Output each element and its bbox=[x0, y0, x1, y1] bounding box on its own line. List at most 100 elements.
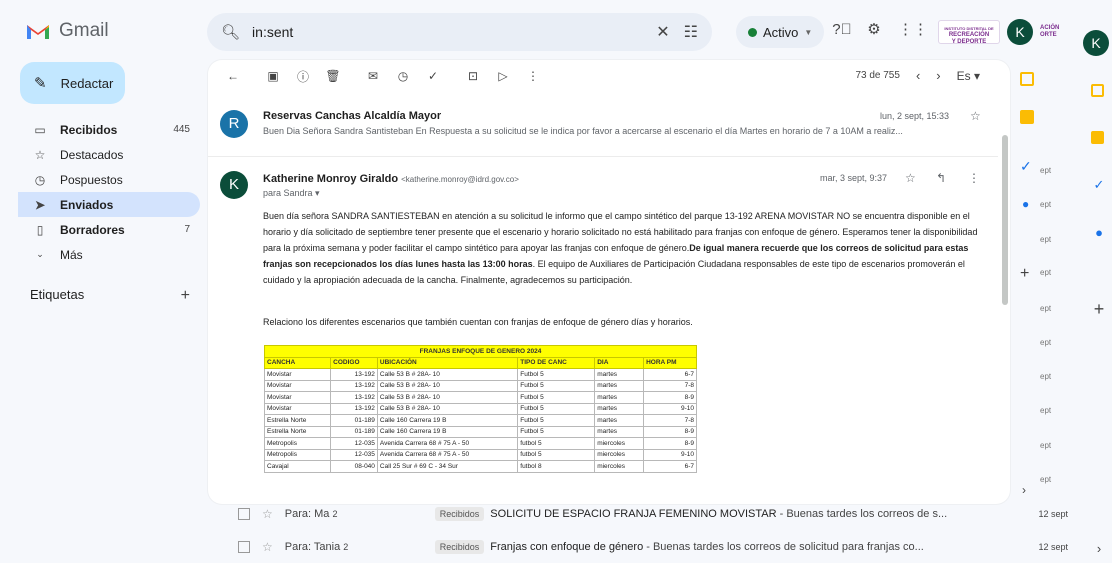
list-item[interactable]: ☆ Para: Tania 2 Recibidos Franjas con en… bbox=[228, 533, 1068, 561]
star-icon[interactable]: ☆ bbox=[905, 171, 916, 185]
sidebar-item-borradores[interactable]: ▯ Borradores 7 bbox=[18, 217, 200, 242]
contacts-icon[interactable]: ● bbox=[1091, 225, 1107, 241]
sidebar-nav: ▭ Recibidos 445 ☆ Destacados ◷ Pospuesto… bbox=[18, 117, 200, 267]
star-icon[interactable]: ☆ bbox=[262, 540, 273, 554]
get-addons-icon[interactable]: + bbox=[1091, 300, 1107, 318]
keep-icon[interactable] bbox=[1020, 110, 1034, 124]
row-label-tag: Recibidos bbox=[434, 540, 485, 554]
input-language-selector[interactable]: Es ▾ bbox=[957, 69, 980, 83]
clear-search-icon[interactable]: ✕ bbox=[656, 22, 669, 42]
search-options-icon[interactable]: ☷ bbox=[684, 22, 698, 42]
sidebar-item-pospuestos[interactable]: ◷ Pospuestos bbox=[18, 167, 200, 192]
table-header: TIPO DE CANC bbox=[517, 356, 596, 369]
table-cell: Movistar bbox=[263, 391, 332, 404]
table-cell: 8-9 bbox=[643, 391, 697, 404]
row-label-tag: Recibidos bbox=[434, 507, 485, 521]
delete-icon[interactable]: 🗑︎ bbox=[322, 69, 344, 83]
add-addon-icon[interactable]: + bbox=[1020, 265, 1029, 283]
sidebar-item-enviados[interactable]: ➤ Enviados bbox=[18, 192, 200, 217]
organization-logo[interactable]: INSTITUTO DISTRITAL DE RECREACIÓN Y DEPO… bbox=[938, 20, 1000, 45]
table-cell: martes bbox=[594, 368, 645, 381]
help-icon[interactable]: ?⃝ bbox=[832, 20, 852, 40]
gmail-m-icon bbox=[27, 25, 49, 39]
table-cell: martes bbox=[594, 391, 645, 404]
row-thread-count: 2 bbox=[332, 509, 338, 519]
mark-unread-icon[interactable]: ✉ bbox=[362, 69, 384, 83]
move-to-icon[interactable]: ⊡ bbox=[462, 69, 484, 83]
unread-count: 445 bbox=[173, 124, 190, 135]
table-row: Movistar 13-192 Calle 53 B # 28A- 10 Futbol… bbox=[263, 379, 697, 392]
table-cell: futbol 5 bbox=[517, 437, 596, 450]
compose-label: Redactar bbox=[60, 75, 114, 91]
star-icon[interactable]: ☆ bbox=[262, 507, 273, 521]
table-row: Metropolis 12-035 Avenida Carrera 68 # 75 … bbox=[263, 437, 697, 450]
account-avatar[interactable]: K bbox=[1007, 19, 1033, 45]
search-input[interactable]: in:sent bbox=[252, 24, 642, 40]
table-title: FRANJAS ENFOQUE DE GENERO 2024 bbox=[264, 345, 697, 358]
table-cell: Movistar bbox=[263, 379, 332, 392]
keep-icon[interactable] bbox=[1091, 131, 1104, 144]
scrollbar[interactable] bbox=[1002, 135, 1008, 305]
reply-icon[interactable]: ↰ bbox=[936, 171, 946, 185]
table-body: Movistar 13-192 Calle 53 B # 28A- 10 Futbol… bbox=[263, 368, 697, 473]
back-arrow-icon[interactable]: ← bbox=[222, 69, 244, 83]
table-cell: Calle 53 B # 28A- 10 bbox=[376, 379, 519, 392]
row-checkbox[interactable] bbox=[238, 541, 250, 553]
row-checkbox[interactable] bbox=[238, 508, 250, 520]
star-icon[interactable]: ☆ bbox=[970, 109, 981, 123]
contacts-icon[interactable]: ● bbox=[1022, 197, 1029, 211]
add-task-icon[interactable]: ✓ bbox=[422, 69, 444, 83]
background-date-column: ept ept ept ept ept ept ept ept ept ept … bbox=[1010, 60, 1074, 504]
sidebar-item-destacados[interactable]: ☆ Destacados bbox=[18, 142, 200, 167]
sidebar-item-recibidos[interactable]: ▭ Recibidos 445 bbox=[18, 117, 200, 142]
add-label-icon[interactable]: + bbox=[181, 287, 190, 305]
more-vert-icon[interactable]: ⋮ bbox=[968, 171, 980, 185]
table-cell: 12-035 bbox=[330, 448, 378, 461]
message-body-paragraph: Relaciono los diferentes escenarios que … bbox=[263, 317, 693, 327]
tasks-icon[interactable]: ✓ bbox=[1091, 177, 1107, 193]
sender-avatar: R bbox=[220, 110, 248, 138]
pencil-icon: ✎ bbox=[34, 75, 47, 92]
prev-page-icon[interactable]: ‹ bbox=[916, 68, 920, 83]
more-vert-icon[interactable]: ⋮ bbox=[522, 69, 544, 83]
row-date: 12 sept bbox=[1038, 542, 1068, 552]
next-page-icon[interactable]: › bbox=[936, 68, 940, 83]
settings-gear-icon[interactable]: ⚙ bbox=[864, 20, 884, 40]
row-recipient: Para: Tania bbox=[284, 541, 341, 553]
draft-file-icon: ▯ bbox=[36, 222, 44, 237]
row-subject: Franjas con enfoque de género - Buenas t… bbox=[490, 541, 924, 553]
message-collapsed[interactable]: R Reservas Canchas Alcaldía Mayor lun, 2… bbox=[208, 104, 998, 154]
table-cell: 12-035 bbox=[330, 437, 378, 450]
tasks-icon[interactable]: ✓ bbox=[1020, 158, 1032, 175]
report-spam-icon[interactable]: ⓘ bbox=[292, 68, 314, 85]
search-bar[interactable]: 🔍︎ in:sent ✕ ☷ bbox=[207, 13, 712, 51]
table-cell: martes bbox=[594, 425, 645, 438]
chevron-right-icon[interactable]: › bbox=[1091, 541, 1107, 557]
list-item[interactable]: ☆ Para: Ma 2 Recibidos SOLICITU DE ESPAC… bbox=[228, 500, 1068, 528]
label-icon[interactable]: ▷ bbox=[492, 69, 514, 83]
recipient-line[interactable]: para Sandra ▾ bbox=[263, 188, 320, 199]
message-toolbar: ← ▣ ⓘ 🗑︎ ✉ ◷ ✓ ⊡ ▷ ⋮ 73 de 755 ‹ › Es ▾ bbox=[208, 60, 1010, 92]
chevron-right-icon[interactable]: › bbox=[1022, 483, 1026, 497]
archive-icon[interactable]: ▣ bbox=[262, 69, 284, 83]
clock-icon: ◷ bbox=[34, 172, 46, 187]
compose-button[interactable]: ✎ Redactar bbox=[20, 62, 125, 104]
calendar-icon[interactable] bbox=[1091, 84, 1104, 97]
gmail-app: Gmail 🔍︎ in:sent ✕ ☷ Activo ▼ ?⃝ ⚙ ⋮⋮ IN… bbox=[0, 0, 1112, 563]
gmail-logo[interactable]: Gmail bbox=[25, 20, 109, 42]
row-subject: SOLICITU DE ESPACIO FRANJA FEMENINO MOVI… bbox=[490, 508, 948, 520]
table-cell: miercoles bbox=[594, 448, 645, 461]
sender-address: <katherine.monroy@idrd.gov.co> bbox=[401, 175, 519, 184]
search-icon[interactable]: 🔍︎ bbox=[221, 23, 240, 41]
table-cell: Cavajal bbox=[263, 460, 332, 473]
sidebar-item-mas[interactable]: ⌄ Más bbox=[18, 242, 200, 267]
table-cell: 6-7 bbox=[643, 460, 697, 473]
status-selector[interactable]: Activo ▼ bbox=[736, 16, 825, 48]
table-cell: miercoles bbox=[594, 437, 645, 450]
chevron-down-icon: ⌄ bbox=[36, 249, 44, 259]
calendar-icon[interactable] bbox=[1020, 72, 1034, 86]
message-date: lun, 2 sept, 15:33 bbox=[880, 111, 950, 121]
table-cell: 8-9 bbox=[643, 437, 697, 450]
apps-grid-icon[interactable]: ⋮⋮ bbox=[898, 20, 928, 40]
snooze-icon[interactable]: ◷ bbox=[392, 69, 414, 83]
